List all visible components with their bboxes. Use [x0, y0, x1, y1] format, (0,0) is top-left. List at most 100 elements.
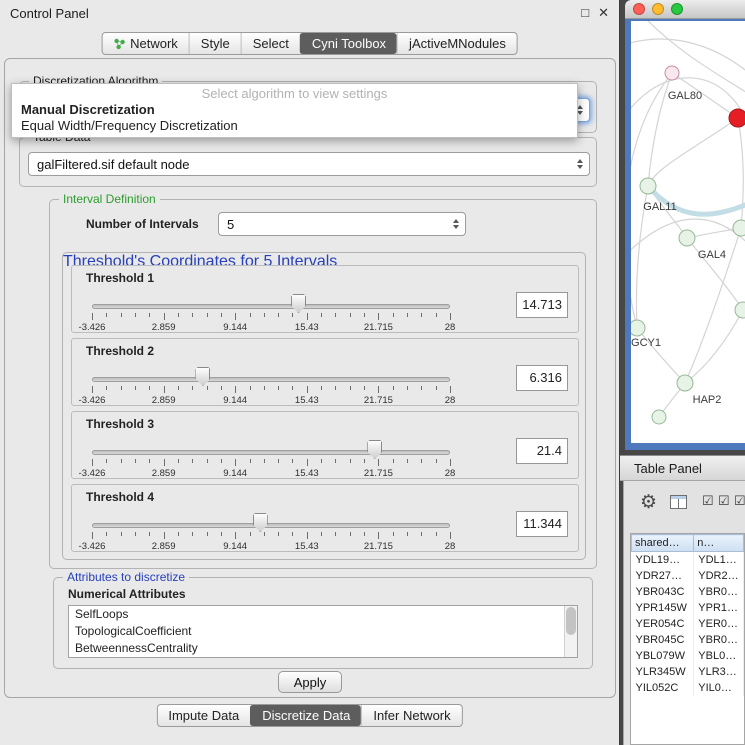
- table-cell: YIL052C: [632, 680, 694, 696]
- threshold-slider-2[interactable]: -3.4262.8599.14415.4321.71528: [92, 363, 450, 405]
- tick-label: 21.715: [364, 468, 393, 479]
- threshold-slider-1[interactable]: -3.4262.8599.14415.4321.71528: [92, 290, 450, 332]
- table-cell: YBR0…: [694, 632, 744, 648]
- table-row[interactable]: YBR043CYBR0…: [632, 584, 744, 600]
- dropdown-placeholder: Select algorithm to view settings: [12, 86, 577, 102]
- slider-track[interactable]: [92, 450, 450, 455]
- table-row[interactable]: YIL052CYIL0…: [632, 680, 744, 696]
- network-node[interactable]: [665, 66, 679, 80]
- node-label: GAL80: [668, 90, 702, 102]
- network-window-titlebar[interactable]: [625, 0, 745, 19]
- column-selector-icon[interactable]: [670, 495, 687, 509]
- table-cell: YLR3…: [694, 664, 744, 680]
- table-cell: YDL1…: [694, 552, 744, 569]
- node-label: GCY1: [631, 337, 661, 349]
- control-panel-window: Control Panel □ ✕ NetworkStyleSelect Cyni…: [0, 0, 620, 745]
- algorithm-dropdown-popup: Select algorithm to view settings Manual…: [11, 83, 578, 138]
- close-traffic-light-icon[interactable]: [633, 3, 645, 15]
- network-node[interactable]: [652, 410, 666, 424]
- group-title: Interval Definition: [59, 192, 160, 206]
- threshold-panel-3: Threshold 3-3.4262.8599.14415.4321.71528…: [71, 411, 579, 479]
- table-row[interactable]: YBL079WYBL0…: [632, 648, 744, 664]
- apply-button[interactable]: Apply: [278, 671, 342, 693]
- node-label: GAL11: [643, 201, 676, 213]
- table-cell: YBL0…: [694, 648, 744, 664]
- column-header[interactable]: shared…: [632, 535, 694, 552]
- tick-label: 9.144: [223, 395, 247, 406]
- table-row[interactable]: YBR045CYBR0…: [632, 632, 744, 648]
- tab-jactivemnodules[interactable]: jActiveMNodules: [397, 33, 517, 54]
- network-node[interactable]: [735, 302, 745, 318]
- network-node[interactable]: [640, 178, 656, 194]
- tab-impute-data[interactable]: Impute Data: [157, 705, 250, 726]
- slider-tick-labels: -3.4262.8599.14415.4321.71528: [92, 322, 450, 332]
- gear-icon[interactable]: ⚙: [640, 491, 657, 514]
- checkbox-icon[interactable]: ☑: [734, 493, 745, 509]
- dropdown-option-equal-width-frequency[interactable]: Equal Width/Frequency Discretization: [12, 118, 577, 134]
- checkbox-icon[interactable]: ☑: [718, 493, 730, 509]
- list-item[interactable]: SelfLoops: [69, 606, 577, 623]
- tick-label: 21.715: [364, 395, 393, 406]
- close-icon[interactable]: ✕: [598, 5, 609, 21]
- node-label: GAL4: [698, 249, 726, 261]
- tab-style[interactable]: Style: [189, 33, 241, 54]
- network-edge[interactable]: [631, 39, 745, 78]
- network-edge[interactable]: [648, 118, 738, 186]
- slider-thumb[interactable]: [367, 440, 382, 459]
- table-data-combobox[interactable]: galFiltered.sif default node: [28, 152, 590, 176]
- list-scrollbar[interactable]: [564, 606, 577, 657]
- table-panel-header[interactable]: Table Panel: [620, 455, 745, 481]
- network-edge[interactable]: [738, 118, 743, 228]
- control-panel-titlebar: Control Panel □ ✕: [0, 0, 619, 26]
- tick-label: 15.43: [295, 395, 319, 406]
- tab-select[interactable]: Select: [241, 33, 300, 54]
- checkbox-icon[interactable]: ☑: [702, 493, 714, 509]
- slider-track[interactable]: [92, 523, 450, 528]
- threshold-1-value-field[interactable]: 14.713: [516, 292, 568, 318]
- num-intervals-combobox[interactable]: 5: [218, 212, 466, 236]
- table-row[interactable]: YER054CYER0…: [632, 616, 744, 632]
- table-row[interactable]: YDL19…YDL1…: [632, 552, 744, 569]
- threshold-3-value-field[interactable]: 21.4: [516, 438, 568, 464]
- tab-discretize-data[interactable]: Discretize Data: [250, 705, 361, 726]
- list-item[interactable]: BetweennessCentrality: [69, 640, 577, 657]
- list-item[interactable]: TopologicalCoefficient: [69, 623, 577, 640]
- threshold-2-value-field[interactable]: 6.316: [516, 365, 568, 391]
- dropdown-option-manual-discretization[interactable]: Manual Discretization: [12, 102, 577, 118]
- threshold-slider-4[interactable]: -3.4262.8599.14415.4321.71528: [92, 509, 450, 551]
- slider-thumb[interactable]: [253, 513, 268, 532]
- network-node[interactable]: [677, 375, 693, 391]
- threshold-panel-1: Threshold 1 -3.4262.8599.14415.4321.71528…: [71, 265, 579, 333]
- slider-tick-labels: -3.4262.8599.14415.4321.71528: [92, 541, 450, 551]
- table-row[interactable]: YDR27…YDR2…: [632, 568, 744, 584]
- tick-label: 15.43: [295, 468, 319, 479]
- table-row[interactable]: YLR345WYLR3…: [632, 664, 744, 680]
- table-cell: YDR27…: [632, 568, 694, 584]
- threshold-slider-3[interactable]: -3.4262.8599.14415.4321.71528: [92, 436, 450, 478]
- tick-label: -3.426: [79, 322, 106, 333]
- tick-label: 15.43: [295, 541, 319, 552]
- tab-infer-network[interactable]: Infer Network: [361, 705, 461, 726]
- tab-network[interactable]: Network: [102, 33, 189, 54]
- slider-track[interactable]: [92, 377, 450, 382]
- threshold-4-value-field[interactable]: 11.344: [516, 511, 568, 537]
- network-node[interactable]: [729, 109, 745, 127]
- slider-track[interactable]: [92, 304, 450, 309]
- tab-label: Cyni Toolbox: [312, 36, 386, 51]
- zoom-traffic-light-icon[interactable]: [671, 3, 683, 15]
- slider-thumb[interactable]: [195, 367, 210, 386]
- threshold-label: Threshold 1: [86, 271, 154, 285]
- float-window-icon[interactable]: □: [581, 5, 589, 21]
- network-canvas[interactable]: GAL80GAL11GAL4GCY1HAP2: [631, 21, 745, 443]
- network-node[interactable]: [679, 230, 695, 246]
- tab-cyni-toolbox[interactable]: Cyni Toolbox: [300, 33, 397, 54]
- network-edge[interactable]: [685, 310, 743, 383]
- column-header[interactable]: n…: [694, 535, 744, 552]
- node-table: shared…n… YDL19…YDL1…YDR27…YDR2…YBR043CY…: [630, 533, 745, 745]
- table-row[interactable]: YPR145WYPR1…: [632, 600, 744, 616]
- network-node[interactable]: [631, 320, 645, 336]
- network-node[interactable]: [733, 220, 745, 236]
- minimize-traffic-light-icon[interactable]: [652, 3, 664, 15]
- num-intervals-label: Number of Intervals: [86, 217, 199, 231]
- slider-thumb[interactable]: [291, 294, 306, 313]
